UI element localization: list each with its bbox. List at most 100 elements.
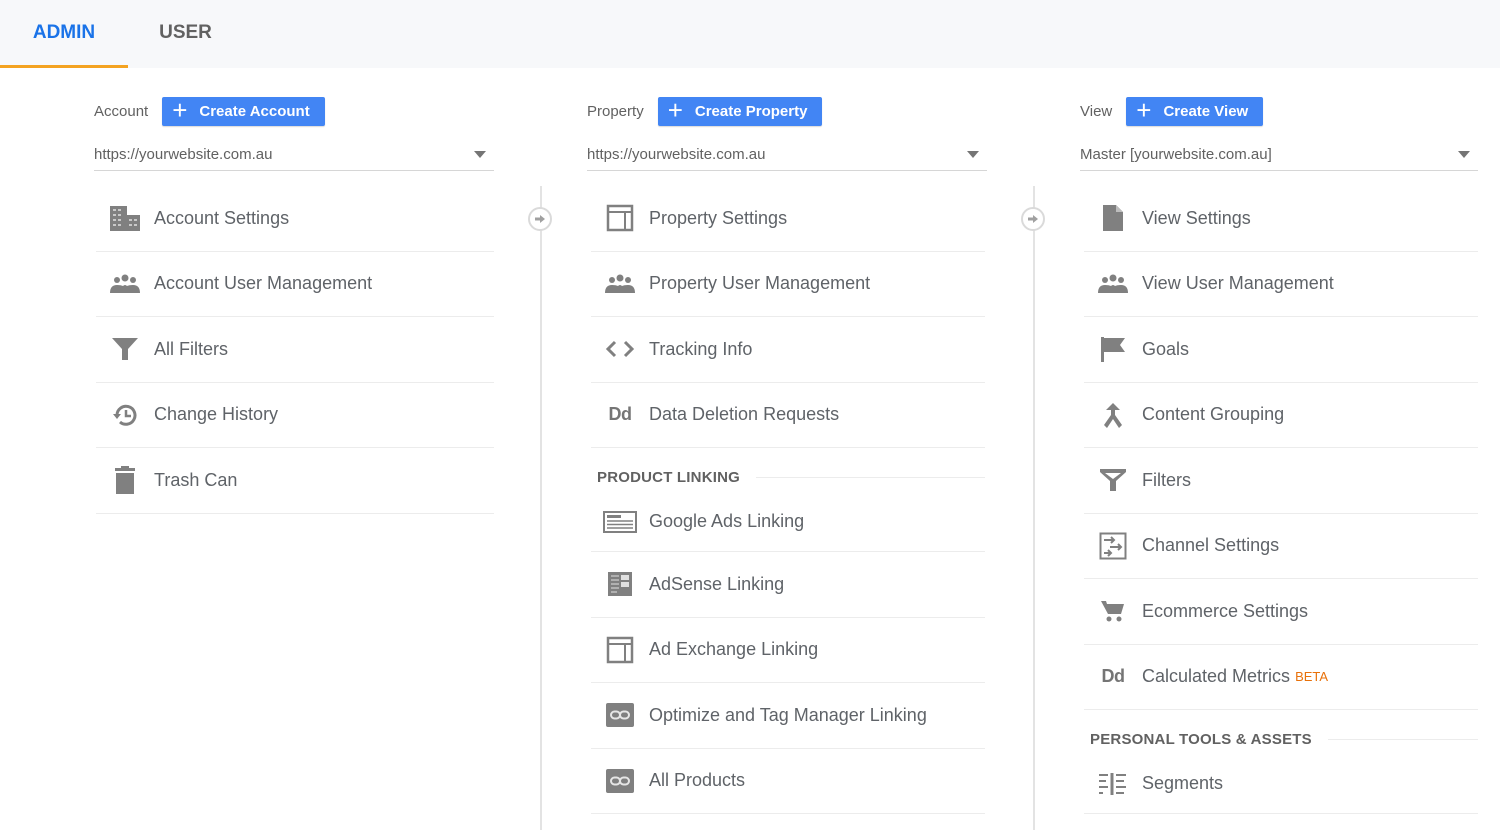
property-header: Property + Create Property <box>587 96 823 126</box>
chevron-down-icon <box>1458 150 1470 158</box>
menu-item-all-products[interactable]: All Products <box>591 749 985 814</box>
menu-item-account-settings[interactable]: Account Settings <box>96 186 494 252</box>
people-icon <box>1084 274 1142 294</box>
merge-icon <box>1084 401 1142 429</box>
plus-icon: + <box>172 95 188 125</box>
account-header: Account + Create Account <box>94 96 325 126</box>
menu-item-ecommerce-settings[interactable]: Ecommerce Settings <box>1084 579 1478 645</box>
menu-item-channel-settings[interactable]: Channel Settings <box>1084 514 1478 579</box>
create-account-button[interactable]: + Create Account <box>162 95 325 126</box>
create-property-label: Create Property <box>694 102 808 120</box>
layout-icon <box>591 204 649 232</box>
layout-icon <box>591 636 649 664</box>
menu-item-adsense-linking[interactable]: AdSense Linking <box>591 552 985 618</box>
view-label: View <box>1080 102 1113 120</box>
view-menu: View Settings View User Management Goals… <box>1084 186 1478 814</box>
view-selector-value: Master [yourwebsite.com.au] <box>1080 145 1272 163</box>
trash-icon <box>96 465 154 495</box>
menu-item-property-user-management[interactable]: Property User Management <box>591 252 985 317</box>
account-menu: Account Settings Account User Management… <box>96 186 494 514</box>
property-selector-value: https://yourwebsite.com.au <box>587 145 766 163</box>
menu-item-trash-can[interactable]: Trash Can <box>96 448 494 514</box>
flag-icon <box>1084 335 1142 363</box>
section-product-linking: PRODUCT LINKING <box>591 462 985 492</box>
arrow-right-icon <box>1028 215 1038 223</box>
adsense-icon <box>591 571 649 597</box>
view-selector[interactable]: Master [yourwebsite.com.au] <box>1080 138 1478 171</box>
menu-item-label: AdSense Linking <box>649 573 785 594</box>
menu-item-label: Optimize and Tag Manager Linking <box>649 704 927 725</box>
admin-header: ADMIN USER <box>0 0 1500 68</box>
create-view-button[interactable]: + Create View <box>1126 95 1264 126</box>
menu-item-label: Segments <box>1142 773 1224 793</box>
menu-item-label: Ecommerce Settings <box>1142 600 1309 621</box>
menu-item-filters[interactable]: Filters <box>1084 448 1478 514</box>
menu-item-label: Account Settings <box>154 207 290 228</box>
dd-icon: Dd <box>1101 666 1126 687</box>
menu-item-tracking-info[interactable]: Tracking Info <box>591 317 985 383</box>
account-selector[interactable]: https://yourwebsite.com.au <box>94 138 494 171</box>
account-label: Account <box>94 102 149 120</box>
code-icon <box>591 339 649 359</box>
menu-item-ad-exchange-linking[interactable]: Ad Exchange Linking <box>591 618 985 683</box>
menu-item-label: Channel Settings <box>1142 535 1280 556</box>
property-menu: Property Settings Property User Manageme… <box>591 186 985 814</box>
menu-item-view-settings[interactable]: View Settings <box>1084 186 1478 252</box>
menu-item-segments[interactable]: Segments <box>1084 754 1478 814</box>
menu-item-view-user-management[interactable]: View User Management <box>1084 252 1478 317</box>
property-to-view-connector <box>1021 207 1045 231</box>
people-icon <box>96 274 154 294</box>
link-icon <box>591 768 649 793</box>
account-selector-value: https://yourwebsite.com.au <box>94 145 273 163</box>
dd-icon: Dd <box>608 404 633 425</box>
menu-item-label: Content Grouping <box>1142 404 1285 425</box>
menu-item-google-ads-linking[interactable]: Google Ads Linking <box>591 492 985 552</box>
menu-item-label: Property User Management <box>649 273 871 294</box>
channel-icon <box>1084 532 1142 560</box>
column-divider-2 <box>1033 186 1035 830</box>
people-icon <box>591 274 649 294</box>
beta-badge: BETA <box>1295 669 1329 685</box>
create-property-button[interactable]: + Create Property <box>657 96 823 126</box>
menu-item-change-history[interactable]: Change History <box>96 383 494 448</box>
chevron-down-icon <box>967 150 979 158</box>
create-account-label: Create Account <box>199 102 310 120</box>
menu-item-label: View Settings <box>1142 207 1251 228</box>
menu-item-account-user-management[interactable]: Account User Management <box>96 252 494 317</box>
account-to-property-connector <box>528 207 552 231</box>
menu-item-label: Property Settings <box>649 207 788 228</box>
menu-item-label: Calculated Metrics <box>1142 666 1291 687</box>
menu-item-label: Tracking Info <box>649 338 753 359</box>
menu-item-label: Google Ads Linking <box>649 511 805 531</box>
menu-item-property-settings[interactable]: Property Settings <box>591 186 985 252</box>
filter-icon <box>96 337 154 361</box>
menu-item-all-filters[interactable]: All Filters <box>96 317 494 383</box>
menu-item-data-deletion-requests[interactable]: Dd Data Deletion Requests <box>591 383 985 448</box>
menu-item-label: Data Deletion Requests <box>649 404 840 425</box>
menu-item-label: All Products <box>649 770 746 791</box>
link-icon <box>591 703 649 728</box>
ad-window-icon <box>591 510 649 533</box>
menu-item-label: All Filters <box>154 338 229 359</box>
tab-user[interactable]: USER <box>128 0 243 68</box>
menu-item-label: Goals <box>1142 338 1190 359</box>
filter-icon <box>1084 468 1142 492</box>
menu-item-calculated-metrics[interactable]: Dd Calculated Metrics BETA <box>1084 645 1478 710</box>
tab-admin[interactable]: ADMIN <box>0 0 128 68</box>
property-selector[interactable]: https://yourwebsite.com.au <box>587 138 987 171</box>
create-view-label: Create View <box>1163 102 1249 120</box>
segments-icon <box>1084 772 1142 796</box>
menu-item-optimize-tag-manager-linking[interactable]: Optimize and Tag Manager Linking <box>591 683 985 749</box>
section-personal-tools: PERSONAL TOOLS & ASSETS <box>1084 724 1478 754</box>
cart-icon <box>1084 599 1142 623</box>
menu-item-label: Ad Exchange Linking <box>649 639 819 660</box>
section-title: PRODUCT LINKING <box>597 468 740 486</box>
menu-item-goals[interactable]: Goals <box>1084 317 1478 383</box>
menu-item-label: Change History <box>154 404 279 425</box>
view-header: View + Create View <box>1080 95 1264 126</box>
menu-item-label: Trash Can <box>154 469 238 490</box>
plus-icon: + <box>1136 95 1152 125</box>
arrow-right-icon <box>535 215 545 223</box>
building-icon <box>96 204 154 232</box>
menu-item-content-grouping[interactable]: Content Grouping <box>1084 383 1478 448</box>
